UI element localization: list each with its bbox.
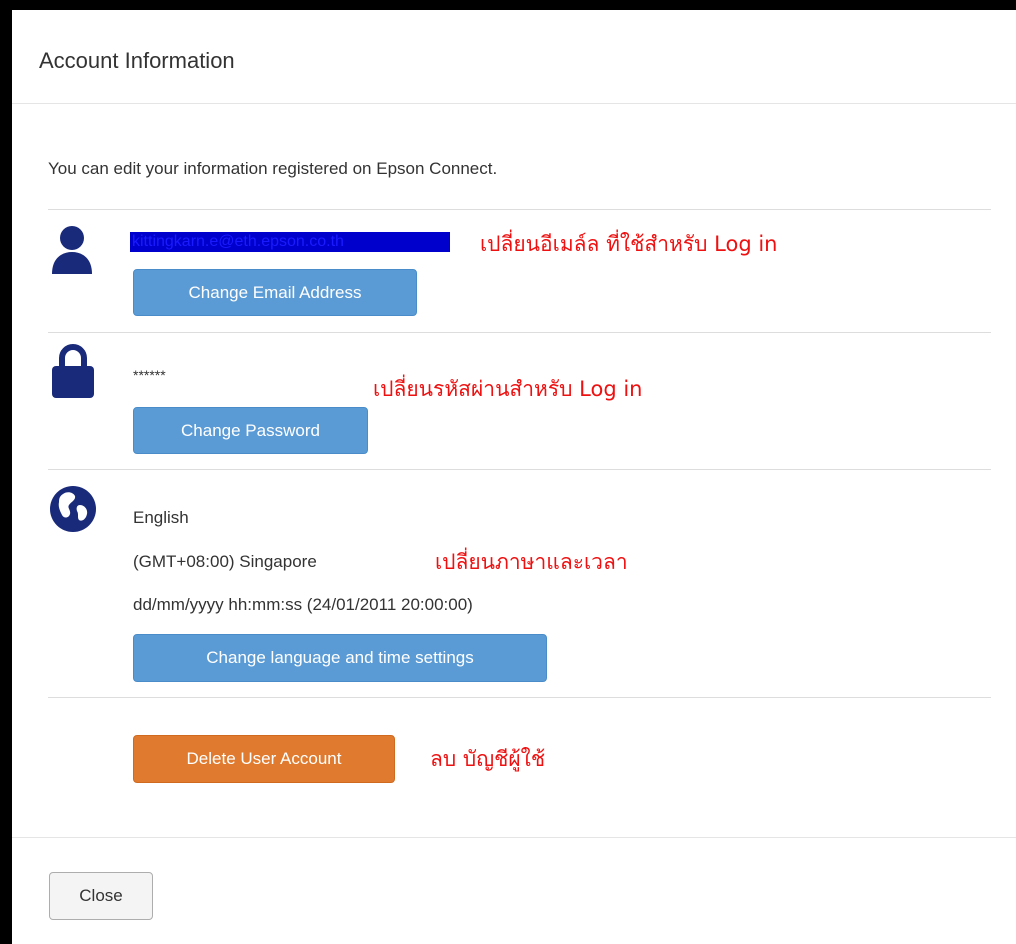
change-language-time-button[interactable]: Change language and time settings	[133, 634, 547, 682]
account-info-dialog: Account Information You can edit your in…	[12, 10, 1016, 944]
email-value: kittingkarn.e@eth.epson.co.th	[130, 232, 450, 252]
dialog-footer-divider	[12, 837, 1016, 838]
divider	[48, 209, 991, 210]
dialog-header: Account Information	[12, 10, 1016, 104]
change-password-button[interactable]: Change Password	[133, 407, 368, 454]
intro-text: You can edit your information registered…	[48, 159, 498, 178]
language-annotation: เปลี่ยนภาษาและเวลา	[435, 550, 628, 574]
delete-user-account-button[interactable]: Delete User Account	[133, 735, 395, 783]
divider	[48, 469, 991, 470]
date-format-value: dd/mm/yyyy hh:mm:ss (24/01/2011 20:00:00…	[133, 595, 473, 614]
lock-icon	[50, 344, 96, 405]
timezone-value: (GMT+08:00) Singapore	[133, 552, 317, 571]
divider	[48, 332, 991, 333]
dialog-title: Account Information	[39, 48, 235, 73]
email-annotation: เปลี่ยนอีเมล์ล ที่ใช้สำหรับ Log in	[480, 232, 778, 256]
language-value: English	[133, 508, 189, 527]
divider	[48, 697, 991, 698]
password-mask: ******	[133, 367, 166, 383]
close-button[interactable]: Close	[49, 872, 153, 920]
password-annotation: เปลี่ยนรหัสผ่านสำหรับ Log in	[373, 377, 643, 401]
globe-icon	[49, 485, 97, 538]
user-icon	[50, 224, 94, 283]
change-email-button[interactable]: Change Email Address	[133, 269, 417, 316]
delete-annotation: ลบ บัญชีผู้ใช้	[430, 747, 546, 771]
